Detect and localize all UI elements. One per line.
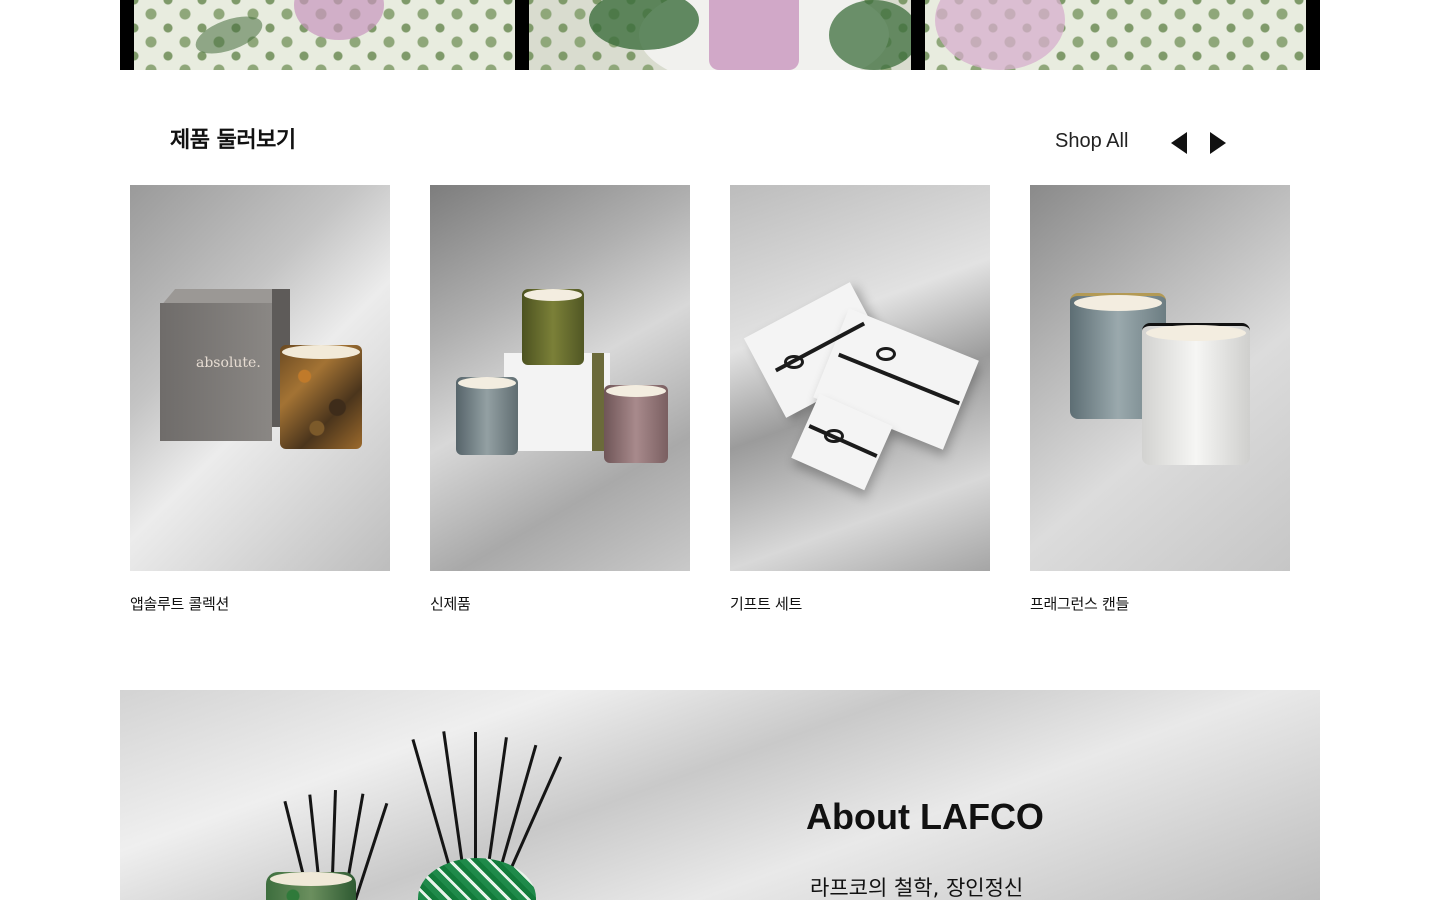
product-card-gift-set[interactable]: 기프트 세트	[730, 185, 990, 625]
section-title: 제품 둘러보기	[170, 128, 296, 153]
top-image-strip	[120, 0, 1320, 70]
caret-right-icon	[1210, 132, 1226, 154]
about-title: About LAFCO	[806, 796, 1044, 837]
strip-image-2[interactable]	[529, 0, 911, 70]
carousel-next-button[interactable]	[1208, 130, 1228, 156]
product-label[interactable]: 신제품	[430, 593, 690, 614]
caret-left-icon	[1171, 132, 1187, 154]
product-card-fragrance-candle[interactable]: 프래그런스 캔들	[1030, 185, 1290, 625]
product-image-gift-set[interactable]	[730, 185, 990, 571]
shop-all-link[interactable]: Shop All	[1055, 130, 1128, 153]
product-image-absolute[interactable]: absolute.	[130, 185, 390, 571]
about-subtitle: 라프코의 철학, 장인정신	[810, 876, 1024, 900]
product-label[interactable]: 앱솔루트 콜렉션	[130, 593, 390, 614]
strip-image-3[interactable]	[924, 0, 1306, 70]
product-label[interactable]: 프래그런스 캔들	[1030, 593, 1290, 614]
product-image-fragrance-candle[interactable]	[1030, 185, 1290, 571]
product-card-new[interactable]: 신제품	[430, 185, 690, 625]
about-banner[interactable]: About LAFCO 라프코의 철학, 장인정신	[120, 690, 1320, 900]
box-brand-text: absolute.	[196, 355, 261, 371]
carousel-prev-button[interactable]	[1169, 130, 1189, 156]
product-image-new[interactable]	[430, 185, 690, 571]
strip-image-1[interactable]	[134, 0, 516, 70]
product-label[interactable]: 기프트 세트	[730, 593, 990, 614]
product-card-absolute[interactable]: absolute. 앱솔루트 콜렉션	[130, 185, 390, 625]
product-carousel: absolute. 앱솔루트 콜렉션 신제품 기프트 세트 프래그런스 캔들	[130, 185, 1290, 625]
